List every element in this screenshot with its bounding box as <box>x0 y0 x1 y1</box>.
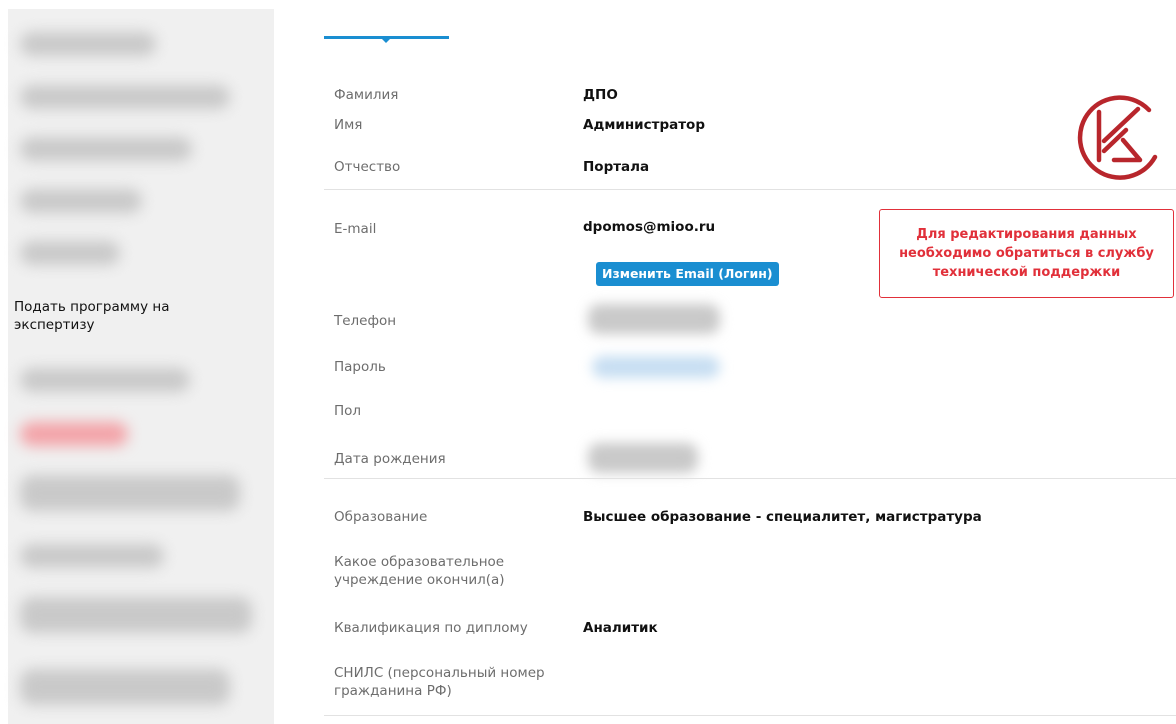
sidebar-item-blurred[interactable] <box>20 669 230 705</box>
phone-label: Телефон <box>334 313 397 329</box>
sidebar-item-blurred[interactable] <box>20 241 120 265</box>
password-label: Пароль <box>334 359 386 375</box>
education-label: Образование <box>334 509 428 525</box>
email-label: E-mail <box>334 221 377 237</box>
sidebar-item-blurred[interactable] <box>20 368 190 392</box>
institution-label: Какое образовательное учреждение окончил… <box>334 554 505 588</box>
sidebar-item-submit-program[interactable]: Подать программу на экспертизу <box>14 298 234 334</box>
snils-label: СНИЛС (персональный номер гражданина РФ) <box>334 665 545 699</box>
last-name-value: ДПО <box>583 87 618 103</box>
k-monogram-logo-icon <box>1077 95 1158 180</box>
gender-label: Пол <box>334 403 362 419</box>
edit-data-notice: Для редактирования данных необходимо обр… <box>879 209 1174 298</box>
qualification-label: Квалификация по диплому <box>334 620 528 636</box>
active-tab-caret <box>382 39 390 43</box>
education-value: Высшее образование - специалитет, магист… <box>583 509 982 525</box>
sidebar-item-blurred[interactable] <box>20 137 192 161</box>
change-password-link-blurred[interactable] <box>592 356 720 378</box>
sidebar-item-blurred-active[interactable] <box>20 422 128 446</box>
birth-date-label: Дата рождения <box>334 451 446 467</box>
sidebar-item-blurred[interactable] <box>20 597 252 633</box>
patronymic-label: Отчество <box>334 159 401 175</box>
sidebar-item-blurred[interactable] <box>20 475 240 511</box>
sidebar-item-blurred[interactable] <box>20 189 142 213</box>
birth-date-value-blurred <box>588 443 698 473</box>
first-name-label: Имя <box>334 117 363 133</box>
qualification-value: Аналитик <box>583 620 658 636</box>
change-email-button[interactable]: Изменить Email (Логин) <box>596 262 779 286</box>
section-divider <box>324 478 1176 479</box>
first-name-value: Администратор <box>583 117 705 133</box>
profile-page: Подать программу на экспертизу Фамилия Д… <box>0 0 1176 724</box>
patronymic-value: Портала <box>583 159 650 175</box>
section-divider <box>324 189 1176 190</box>
phone-value-blurred <box>588 304 720 334</box>
section-divider <box>324 715 1176 716</box>
sidebar-item-blurred[interactable] <box>20 544 164 568</box>
sidebar-item-blurred[interactable] <box>20 32 156 56</box>
edit-data-notice-text: Для редактирования данных необходимо обр… <box>899 227 1154 280</box>
sidebar: Подать программу на экспертизу <box>8 9 274 724</box>
email-value: dpomos@mioo.ru <box>583 219 716 235</box>
sidebar-item-blurred[interactable] <box>20 85 230 109</box>
last-name-label: Фамилия <box>334 87 399 103</box>
